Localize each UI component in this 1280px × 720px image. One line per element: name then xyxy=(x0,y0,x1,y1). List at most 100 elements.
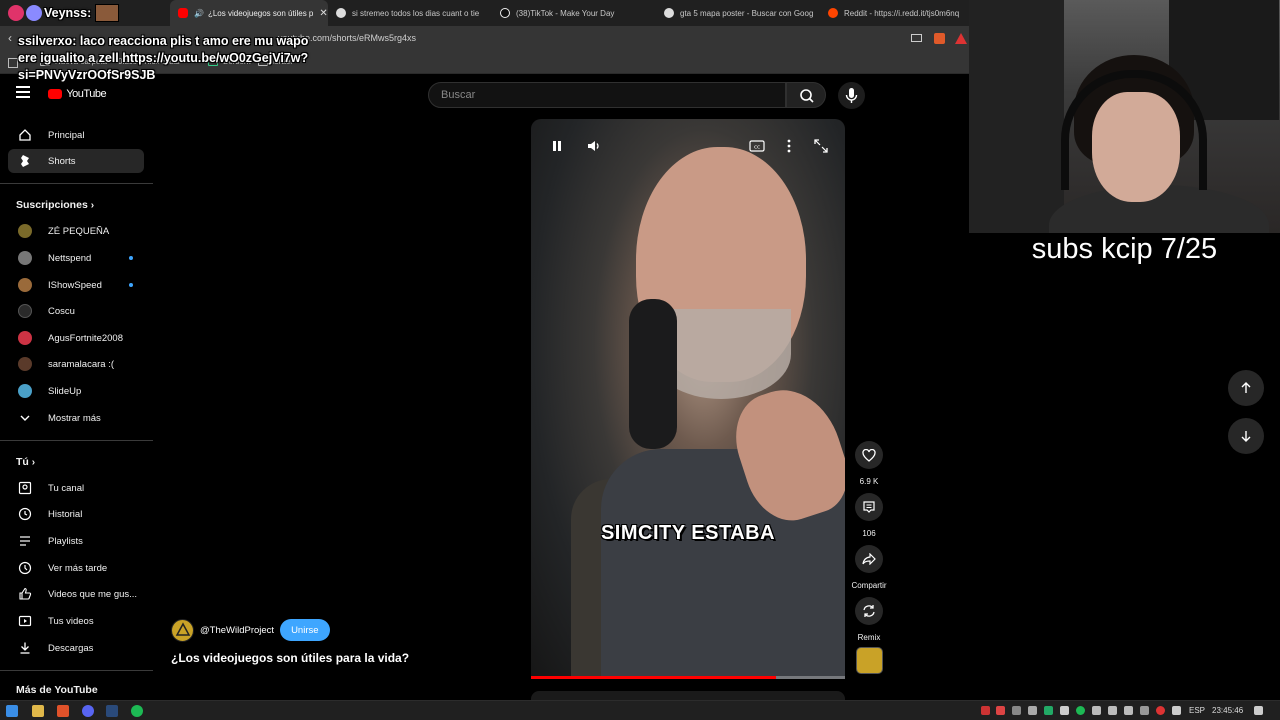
pause-button[interactable] xyxy=(548,137,566,155)
sidebar-item-playlists[interactable]: Playlists xyxy=(8,529,144,553)
subscription-item[interactable]: SlideUp xyxy=(8,379,144,403)
browser-tab[interactable]: gta 5 mapa poster - Buscar con Goog xyxy=(656,0,820,26)
channel-avatar-icon xyxy=(18,278,32,292)
more-vert-icon xyxy=(787,139,791,153)
spotify-icon[interactable] xyxy=(131,705,143,717)
instagram-icon xyxy=(8,5,24,21)
brave-browser-icon[interactable] xyxy=(57,705,69,717)
tray-app-icon[interactable] xyxy=(981,706,990,715)
tab-label: gta 5 mapa poster - Buscar con Goog xyxy=(680,8,814,18)
tray-app-icon[interactable] xyxy=(1012,706,1021,715)
sidebar-item-shorts[interactable]: Shorts xyxy=(8,149,144,173)
next-short-button[interactable] xyxy=(1228,418,1264,454)
channel-avatar-icon xyxy=(18,357,32,371)
microphone-tray-icon[interactable] xyxy=(1172,706,1181,715)
next-short-preview[interactable] xyxy=(531,691,845,700)
tray-app-icon[interactable] xyxy=(1156,706,1165,715)
arrow-up-icon xyxy=(1241,382,1251,393)
search-box xyxy=(428,82,786,108)
sidebar-item-your-videos[interactable]: Tus videos xyxy=(8,609,144,633)
short-video-player[interactable]: cc SIMCITY ESTABA xyxy=(531,119,845,679)
network-tray-icon[interactable] xyxy=(1124,706,1133,715)
sidebar-item-your-channel[interactable]: Tu canal xyxy=(8,476,144,500)
heart-icon xyxy=(862,448,876,462)
subscription-item[interactable]: IShowSpeed xyxy=(8,273,144,297)
tray-app-icon[interactable] xyxy=(1140,706,1149,715)
show-more-button[interactable]: Mostrar más xyxy=(8,406,144,430)
video-progress-bar[interactable] xyxy=(531,676,845,679)
sub-goal-label: subs kcip 7/25 xyxy=(1031,233,1218,265)
sidebar-item-history[interactable]: Historial xyxy=(8,502,144,526)
subscription-item[interactable]: AgusFortnite2008 xyxy=(8,326,144,350)
brave-shield-icon[interactable] xyxy=(934,33,945,44)
browser-tab[interactable]: Reddit - https://i.redd.it/tjs0m6nq xyxy=(820,0,970,26)
volume-button[interactable] xyxy=(585,137,603,155)
channel-avatar-icon xyxy=(18,304,32,318)
like-count: 6.9 K xyxy=(859,477,879,486)
notifications-icon[interactable] xyxy=(1254,706,1263,715)
share-button[interactable]: Compartir xyxy=(851,545,887,590)
google-favicon-icon xyxy=(664,8,674,18)
new-content-dot xyxy=(129,283,133,287)
captions-button[interactable]: cc xyxy=(748,137,766,155)
windows-start-icon[interactable] xyxy=(6,705,18,717)
sidebar-item-watch-later[interactable]: Ver más tarde xyxy=(8,556,144,580)
hamburger-menu-icon[interactable] xyxy=(16,86,30,98)
file-explorer-icon[interactable] xyxy=(32,705,44,717)
tray-app-icon[interactable] xyxy=(1092,706,1101,715)
subscription-item[interactable]: ZÉ PEQUEÑA xyxy=(8,219,144,243)
search-button[interactable] xyxy=(786,82,826,108)
comment-count: 106 xyxy=(862,529,876,538)
youtube-logo[interactable]: YouTube xyxy=(48,88,107,100)
browser-tab[interactable]: si stremeo todos los dias cuant o tie xyxy=(328,0,492,26)
channel-thumbnail[interactable] xyxy=(856,647,883,674)
sidebar-item-liked-videos[interactable]: Videos que me gus... xyxy=(8,582,144,606)
new-content-dot xyxy=(129,256,133,260)
brave-rewards-icon[interactable] xyxy=(955,33,967,44)
sidebar-divider xyxy=(0,670,153,671)
volume-icon xyxy=(588,141,599,151)
sidebar-item-home[interactable]: Principal xyxy=(8,123,144,147)
short-title[interactable]: ¿Los videojuegos son útiles para la vida… xyxy=(171,651,409,665)
channel-avatar[interactable] xyxy=(171,618,194,642)
steam-icon[interactable] xyxy=(106,705,118,717)
subscription-item[interactable]: Nettspend xyxy=(8,246,144,270)
browser-tab[interactable]: (38)TikTok - Make Your Day xyxy=(492,0,656,26)
remix-button[interactable]: Remix xyxy=(851,597,887,642)
webcam-feed xyxy=(969,0,1280,233)
sidebar-divider xyxy=(0,440,153,441)
comment-icon xyxy=(863,501,875,513)
tray-app-icon[interactable] xyxy=(1060,706,1069,715)
chat-username: ssilverxo: xyxy=(18,34,77,48)
subscription-item[interactable]: saramalacara :( xyxy=(8,352,144,376)
comments-button[interactable]: 106 xyxy=(851,493,887,538)
close-tab-icon[interactable]: ✕ xyxy=(319,8,327,19)
cast-icon[interactable] xyxy=(911,34,922,42)
tray-app-icon[interactable] xyxy=(1028,706,1037,715)
you-heading[interactable]: Tú › xyxy=(16,456,35,468)
streamer-name: Veynss: xyxy=(44,5,92,20)
search-input[interactable] xyxy=(441,83,771,107)
sidebar-item-downloads[interactable]: Descargas xyxy=(8,636,144,660)
tray-app-icon[interactable] xyxy=(996,706,1005,715)
voice-search-button[interactable] xyxy=(838,82,865,109)
more-options-button[interactable] xyxy=(780,137,798,155)
like-button[interactable]: 6.9 K xyxy=(851,441,887,486)
previous-short-button[interactable] xyxy=(1228,370,1264,406)
channel-avatar-icon xyxy=(18,384,32,398)
join-button[interactable]: Unirse xyxy=(280,619,330,641)
tray-app-icon[interactable] xyxy=(1044,706,1053,715)
video-progress-fill xyxy=(531,676,776,679)
spotify-tray-icon[interactable] xyxy=(1076,706,1085,715)
streamer-avatar xyxy=(95,4,120,22)
subscriptions-heading[interactable]: Suscripciones › xyxy=(16,199,94,211)
channel-name[interactable]: @TheWildProject xyxy=(200,625,274,636)
arrow-down-icon xyxy=(1241,431,1251,442)
subscription-item[interactable]: Coscu xyxy=(8,299,144,323)
language-indicator[interactable]: ESP xyxy=(1189,706,1205,715)
volume-tray-icon[interactable] xyxy=(1108,706,1117,715)
clock[interactable]: 23:45:46 xyxy=(1212,706,1243,715)
fullscreen-button[interactable] xyxy=(812,137,830,155)
discord-icon[interactable] xyxy=(82,705,94,717)
sidebar-divider xyxy=(0,183,153,184)
